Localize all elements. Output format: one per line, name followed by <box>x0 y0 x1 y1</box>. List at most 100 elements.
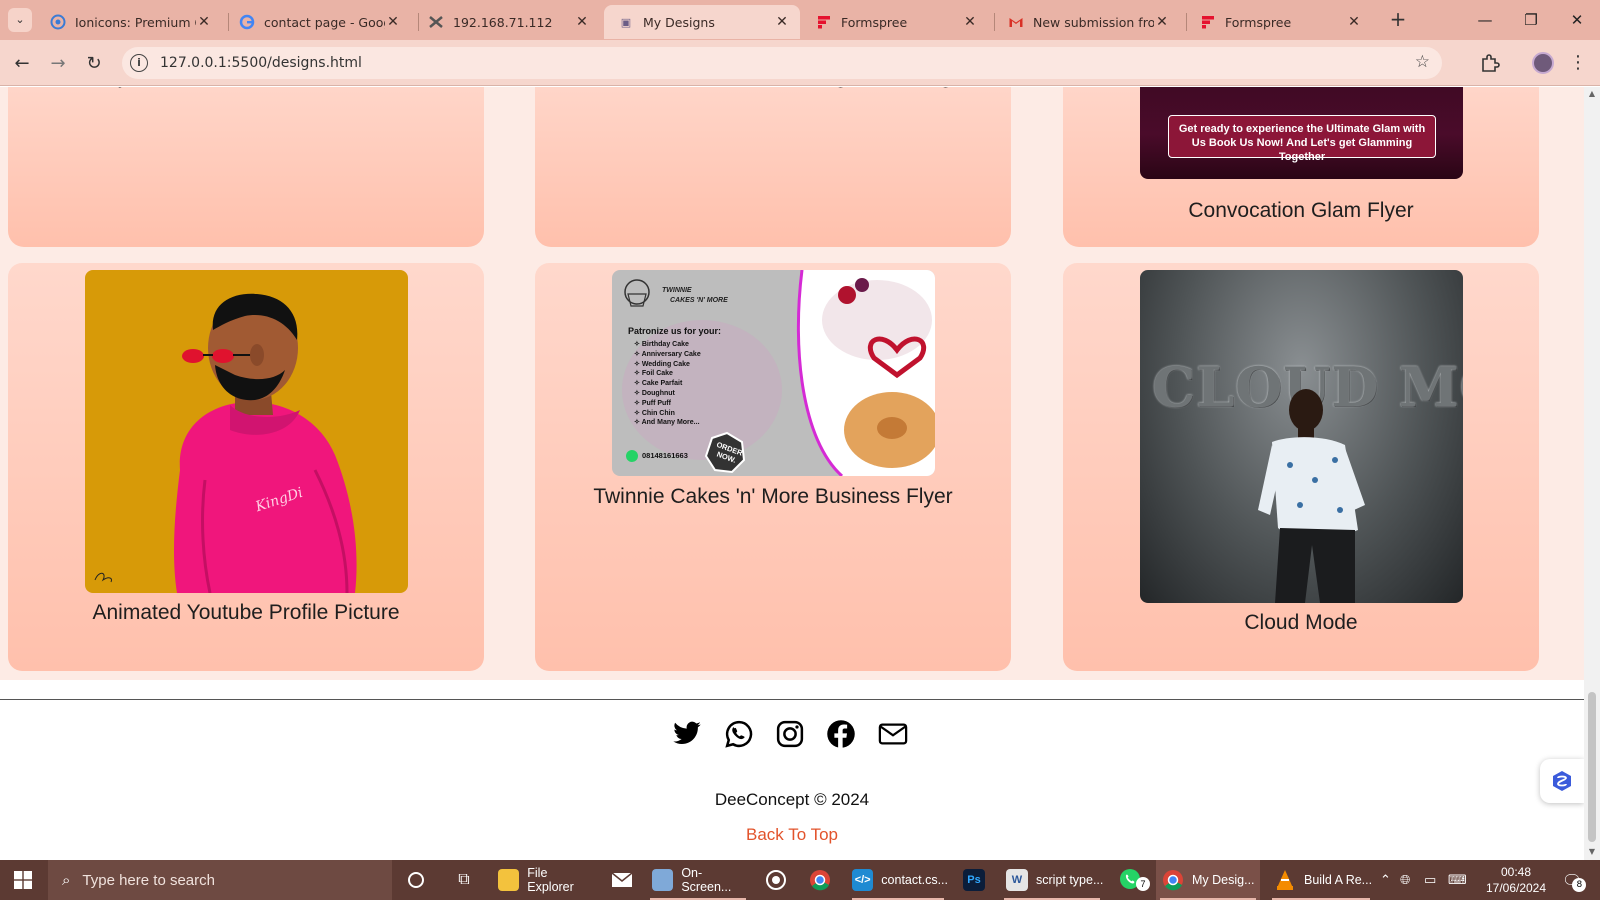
minimize-button[interactable]: — <box>1462 0 1508 40</box>
page-scrollbar[interactable]: ▲ ▼ <box>1584 87 1600 860</box>
flyer-item: ✧ Doughnut <box>634 389 701 399</box>
back-arrow-icon[interactable]: ← <box>8 49 36 77</box>
cortana-icon[interactable] <box>402 860 430 900</box>
close-window-button[interactable]: ✕ <box>1554 0 1600 40</box>
browser-tab-ionicons[interactable]: Ionicons: Premium Open ✕ <box>36 5 222 39</box>
close-icon[interactable]: ✕ <box>574 14 590 30</box>
tab-title: Formspree <box>1225 14 1292 30</box>
taskbar-vlc[interactable]: Build A Re... <box>1268 860 1374 900</box>
close-icon[interactable]: ✕ <box>385 14 401 30</box>
vscode-icon: </> <box>852 869 874 891</box>
back-to-top-link[interactable]: Back To Top <box>0 825 1584 845</box>
design-card[interactable]: TWINNIE CAKES 'N' MORE Patronize us for … <box>535 263 1011 671</box>
taskbar-vscode[interactable]: </> contact.cs... <box>848 860 948 900</box>
language-globe-icon[interactable]: 🌐︎ <box>1400 860 1410 900</box>
taskbar-mail[interactable] <box>604 860 640 900</box>
tab-title: My Designs <box>643 14 715 30</box>
design-card[interactable]: Get ready to experience the Ultimate Gla… <box>1063 87 1539 247</box>
close-icon[interactable]: ✕ <box>774 14 790 30</box>
flyer-phone: 08148161663 <box>642 451 688 460</box>
scrollbar-thumb[interactable] <box>1588 692 1596 842</box>
notification-badge: 7 <box>1136 876 1150 891</box>
flyer-item-list: ✧ Birthday Cake ✧ Anniversary Cake ✧ Weddi… <box>634 340 701 428</box>
flyer-item: ✧ Puff Puff <box>634 399 701 409</box>
food-plate-graphic <box>1140 87 1463 97</box>
bookmark-star-icon[interactable]: ☆ <box>1415 52 1430 72</box>
instagram-icon[interactable] <box>773 717 807 751</box>
taskbar-on-screen-keyboard[interactable]: On-Screen... <box>646 860 750 900</box>
menu-kebab-icon[interactable]: ⋮ <box>1568 52 1588 74</box>
browser-tab-gmail[interactable]: New submission from ✕ <box>994 5 1180 39</box>
profile-avatar[interactable] <box>1532 52 1554 74</box>
facebook-icon[interactable] <box>824 717 858 751</box>
obs-icon <box>766 870 786 890</box>
xampp-icon <box>428 14 444 30</box>
browser-tab-my-designs[interactable]: ▣ My Designs ✕ <box>604 5 800 39</box>
copyright-text: DeeConcept © 2024 <box>714 790 870 809</box>
flyer-item: ✧ Cake Parfait <box>634 379 701 389</box>
convocation-flyer-image: Get ready to experience the Ultimate Gla… <box>1140 87 1463 179</box>
site-info-icon[interactable]: i <box>130 54 148 72</box>
taskbar-word[interactable]: W script type... <box>1000 860 1104 900</box>
flyer-item: ✧ Wedding Cake <box>634 360 701 370</box>
browser-tab-local-ip[interactable]: 192.168.71.112 ✕ <box>414 5 600 39</box>
scroll-up-arrow-icon[interactable]: ▲ <box>1587 89 1597 98</box>
notification-count-badge: 8 <box>1572 877 1587 892</box>
close-icon[interactable]: ✕ <box>196 14 212 30</box>
search-placeholder: Type here to search <box>82 871 215 889</box>
close-icon[interactable]: ✕ <box>1346 14 1362 30</box>
browser-tab-strip: ⌄ Ionicons: Premium Open ✕ contact page … <box>0 0 1600 40</box>
card-caption: Convocation Glam Flyer <box>1188 199 1414 222</box>
flyer-callout-text: Get ready to experience the Ultimate Gla… <box>1168 115 1436 163</box>
twitter-icon[interactable] <box>670 717 704 751</box>
design-card[interactable]: g g <box>535 87 1011 247</box>
flyer-item-label: Cake Parfait <box>641 380 683 388</box>
tab-search-button[interactable]: ⌄ <box>8 8 32 32</box>
taskbar-search-box[interactable]: ⌕ Type here to search <box>48 860 392 900</box>
flyer-brand: TWINNIE CAKES 'N' MORE <box>662 286 728 306</box>
keyboard-layout-icon[interactable]: ⌨ <box>1448 860 1467 900</box>
extensions-puzzle-icon[interactable] <box>1480 53 1500 73</box>
battery-icon[interactable]: ▭ <box>1424 860 1436 900</box>
windows-start-icon[interactable] <box>14 871 32 889</box>
close-icon[interactable]: ✕ <box>962 14 978 30</box>
clipped-caption: y <box>118 87 129 89</box>
card-caption: Twinnie Cakes 'n' More Business Flyer <box>593 485 953 508</box>
card-caption: Cloud Mode <box>1244 611 1358 634</box>
whatsapp-icon[interactable] <box>722 717 756 751</box>
flyer-item-label: Wedding Cake <box>641 360 690 368</box>
restore-button[interactable]: ❐ <box>1508 0 1554 40</box>
tray-overflow-chevron-icon[interactable]: ⌃ <box>1380 860 1391 900</box>
taskbar-whatsapp[interactable]: 7 <box>1112 860 1150 900</box>
browser-tab-formspree[interactable]: Formspree ✕ <box>802 5 988 39</box>
clock-date: 17/06/2024 <box>1485 881 1547 895</box>
flyer-item-label: Chin Chin <box>641 409 675 417</box>
scroll-down-arrow-icon[interactable]: ▼ <box>1587 847 1597 856</box>
task-view-icon[interactable]: ⧉ <box>450 860 478 900</box>
flyer-heading: Patronize us for your: <box>628 326 722 336</box>
new-tab-button[interactable]: + <box>1386 8 1410 32</box>
taskbar-obs[interactable] <box>758 860 794 900</box>
browser-tab-google[interactable]: contact page - Google ✕ <box>225 5 411 39</box>
forward-arrow-icon[interactable]: → <box>44 49 72 77</box>
taskbar-chrome-my-designs[interactable]: My Desig... <box>1156 860 1260 900</box>
taskbar-photoshop[interactable]: Ps <box>956 860 992 900</box>
clock-time: 00:48 <box>1500 865 1532 879</box>
twinnie-cakes-flyer-image: TWINNIE CAKES 'N' MORE Patronize us for … <box>612 270 935 476</box>
flyer-item: ✧ Chin Chin <box>634 409 701 419</box>
design-card[interactable]: KingDi Animated Youtube Profile Picture <box>8 263 484 671</box>
browser-tab-formspree-2[interactable]: Formspree ✕ <box>1186 5 1372 39</box>
taskbar-file-explorer[interactable]: File Explorer <box>490 860 595 900</box>
flyer-item: ✧ Anniversary Cake <box>634 350 701 360</box>
google-icon <box>239 14 255 30</box>
taskbar-clock[interactable]: 00:48 17/06/2024 <box>1476 864 1556 896</box>
notification-center[interactable]: 🗨︎ 8 <box>1562 860 1587 900</box>
reload-icon[interactable]: ↻ <box>80 49 108 77</box>
address-bar[interactable]: i 127.0.0.1:5500/designs.html ☆ <box>122 47 1442 79</box>
assistant-widget-icon[interactable] <box>1540 759 1584 803</box>
close-icon[interactable]: ✕ <box>1154 14 1170 30</box>
design-card[interactable]: y <box>8 87 484 247</box>
design-card[interactable]: CLOUD MODE Cloud Mode <box>1063 263 1539 671</box>
mail-icon[interactable] <box>876 717 910 751</box>
taskbar-chrome[interactable] <box>802 860 838 900</box>
